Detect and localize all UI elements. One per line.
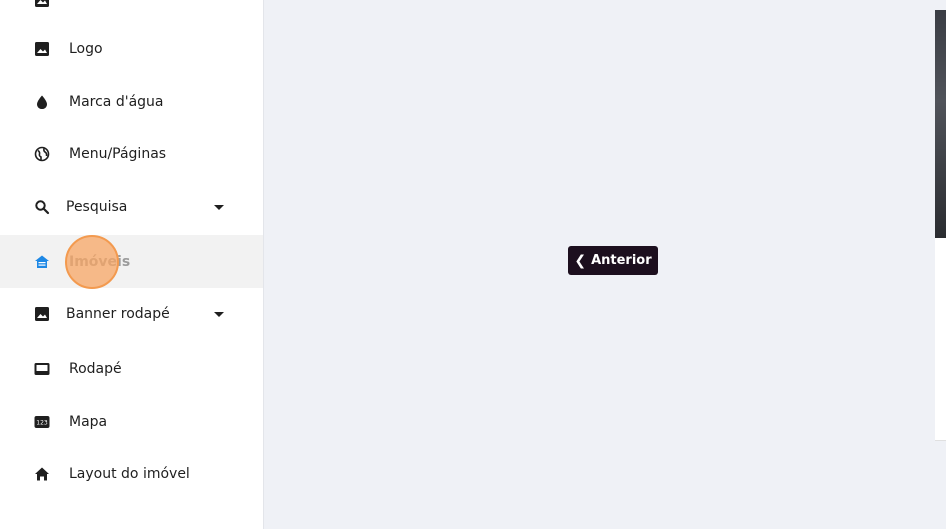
sidebar-item-banner-rodape[interactable]: Banner rodapé <box>0 287 263 340</box>
search-icon <box>34 199 50 215</box>
sidebar: Logo Marca d'água Menu/Páginas Pesquisa … <box>0 0 264 529</box>
previous-button[interactable]: ❮ Anterior <box>568 246 658 275</box>
sidebar-item-label: Mapa <box>69 413 108 430</box>
chevron-down-icon[interactable] <box>214 311 224 317</box>
sidebar-item-label: Marca d'água <box>69 93 164 110</box>
previous-button-label: Anterior <box>591 253 652 268</box>
sidebar-item-label: Menu/Páginas <box>69 145 167 162</box>
chevron-left-icon: ❮ <box>574 252 587 269</box>
preview-panel <box>935 10 946 441</box>
sidebar-item-label: Banner rodapé <box>66 305 170 322</box>
numbers-icon: 123 <box>34 414 50 430</box>
chevron-down-icon[interactable] <box>214 204 224 210</box>
preview-image <box>935 10 946 238</box>
sidebar-item-marca-dagua[interactable]: Marca d'água <box>0 75 263 128</box>
house-icon <box>34 254 50 270</box>
image-icon <box>34 306 50 322</box>
sidebar-item-mapa[interactable]: 123 Mapa <box>0 395 263 448</box>
sidebar-item-imoveis[interactable]: Imóveis <box>0 235 263 288</box>
sidebar-item-pesquisa[interactable]: Pesquisa <box>0 180 263 233</box>
sidebar-item-logo[interactable]: Logo <box>0 22 263 75</box>
image-icon <box>34 41 50 57</box>
water-drop-icon <box>34 94 50 110</box>
sidebar-item-label: Logo <box>69 40 103 57</box>
sidebar-item-layout-imovel[interactable]: Layout do imóvel <box>0 447 263 500</box>
sidebar-item-label: Imóveis <box>69 253 131 270</box>
svg-text:123: 123 <box>36 419 48 426</box>
sidebar-item-rodape[interactable]: Rodapé <box>0 342 263 395</box>
sidebar-item-menu-paginas[interactable]: Menu/Páginas <box>0 127 263 180</box>
home-icon <box>34 466 50 482</box>
sidebar-item-label: Pesquisa <box>66 198 128 215</box>
globe-icon <box>34 146 50 162</box>
footer-icon <box>34 361 50 377</box>
image-icon <box>34 0 50 8</box>
sidebar-item-label: Rodapé <box>69 360 122 377</box>
sidebar-item-label: Layout do imóvel <box>69 465 190 482</box>
